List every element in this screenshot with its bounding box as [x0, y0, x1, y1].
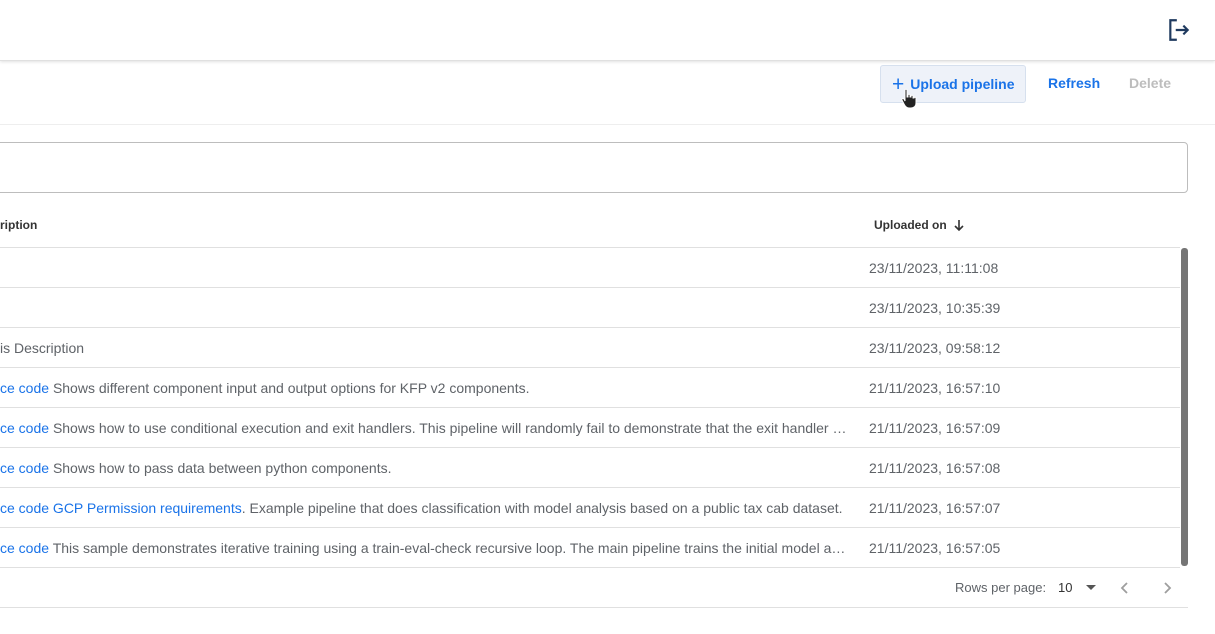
description-text: Shows how to pass data between python co…: [52, 460, 392, 476]
top-bar: [0, 0, 1215, 61]
uploaded-on-cell: 21/11/2023, 16:57:05: [869, 540, 1001, 556]
row-description: [0, 248, 848, 288]
row-description: ce code GCP Permission requirements. Exa…: [0, 488, 848, 528]
delete-button[interactable]: Delete: [1129, 75, 1171, 91]
pipeline-table: 23/11/2023, 11:11:08 23/11/2023, 10:35:39…: [0, 247, 1180, 568]
row-description: ce code Shows how to pass data between p…: [0, 448, 848, 488]
row-description: is Description: [0, 328, 848, 368]
rows-per-page-select[interactable]: 10: [1058, 580, 1072, 595]
source-code-link[interactable]: ce code: [0, 380, 49, 396]
uploaded-on-cell: 21/11/2023, 16:57:07: [869, 500, 1001, 516]
row-description: ce code Shows different component input …: [0, 368, 848, 408]
source-code-link[interactable]: ce code GCP Permission requirements: [0, 500, 242, 516]
pagination: Rows per page: 10: [0, 567, 1188, 608]
row-description: [0, 288, 848, 328]
description-text: Shows how to use conditional execution a…: [52, 420, 848, 436]
column-header-uploaded-on[interactable]: Uploaded on: [874, 218, 965, 232]
scrollbar[interactable]: [1181, 248, 1188, 566]
arrow-down-icon: [954, 219, 964, 231]
table-row[interactable]: 23/11/2023, 10:35:39: [0, 287, 1180, 327]
uploaded-on-cell: 23/11/2023, 10:35:39: [869, 300, 1001, 316]
uploaded-on-cell: 21/11/2023, 16:57:10: [869, 380, 1001, 396]
uploaded-on-label: Uploaded on: [874, 218, 947, 232]
table-row[interactable]: ce code Shows how to use conditional exe…: [0, 407, 1180, 447]
description-text: This sample demonstrates iterative train…: [52, 540, 848, 556]
source-code-link[interactable]: ce code: [0, 460, 49, 476]
filter-box[interactable]: [0, 142, 1188, 193]
row-description: ce code Shows how to use conditional exe…: [0, 408, 848, 448]
uploaded-on-cell: 23/11/2023, 11:11:08: [869, 260, 999, 276]
chevron-right-icon[interactable]: [1158, 579, 1176, 597]
refresh-button[interactable]: Refresh: [1048, 75, 1100, 91]
row-description: ce code This sample demonstrates iterati…: [0, 528, 848, 568]
logout-icon[interactable]: [1166, 17, 1192, 43]
chevron-left-icon[interactable]: [1116, 579, 1134, 597]
table-row[interactable]: ce code Shows how to pass data between p…: [0, 447, 1180, 487]
upload-pipeline-label: Upload pipeline: [910, 76, 1015, 92]
table-row[interactable]: ce code GCP Permission requirements. Exa…: [0, 487, 1180, 527]
toolbar: + Upload pipeline Refresh Delete: [0, 62, 1215, 125]
description-text: is Description: [0, 340, 85, 356]
source-code-link[interactable]: ce code: [0, 420, 49, 436]
hand-cursor-icon: [901, 88, 917, 109]
table-row[interactable]: ce code Shows different component input …: [0, 367, 1180, 407]
table-row[interactable]: 23/11/2023, 11:11:08: [0, 247, 1180, 287]
description-text: Shows different component input and outp…: [52, 380, 530, 396]
table-row[interactable]: ce code This sample demonstrates iterati…: [0, 527, 1180, 567]
uploaded-on-cell: 21/11/2023, 16:57:09: [869, 420, 1001, 436]
uploaded-on-cell: 21/11/2023, 16:57:08: [869, 460, 1001, 476]
dropdown-caret-icon[interactable]: [1086, 585, 1096, 590]
column-header-description[interactable]: ription: [0, 218, 37, 232]
uploaded-on-cell: 23/11/2023, 09:58:12: [869, 340, 1001, 356]
source-code-link[interactable]: ce code: [0, 540, 49, 556]
description-text: . Example pipeline that does classificat…: [241, 500, 843, 516]
filter-input[interactable]: [0, 143, 1187, 192]
table-row[interactable]: is Description 23/11/2023, 09:58:12: [0, 327, 1180, 367]
rows-per-page-label: Rows per page:: [955, 580, 1047, 595]
